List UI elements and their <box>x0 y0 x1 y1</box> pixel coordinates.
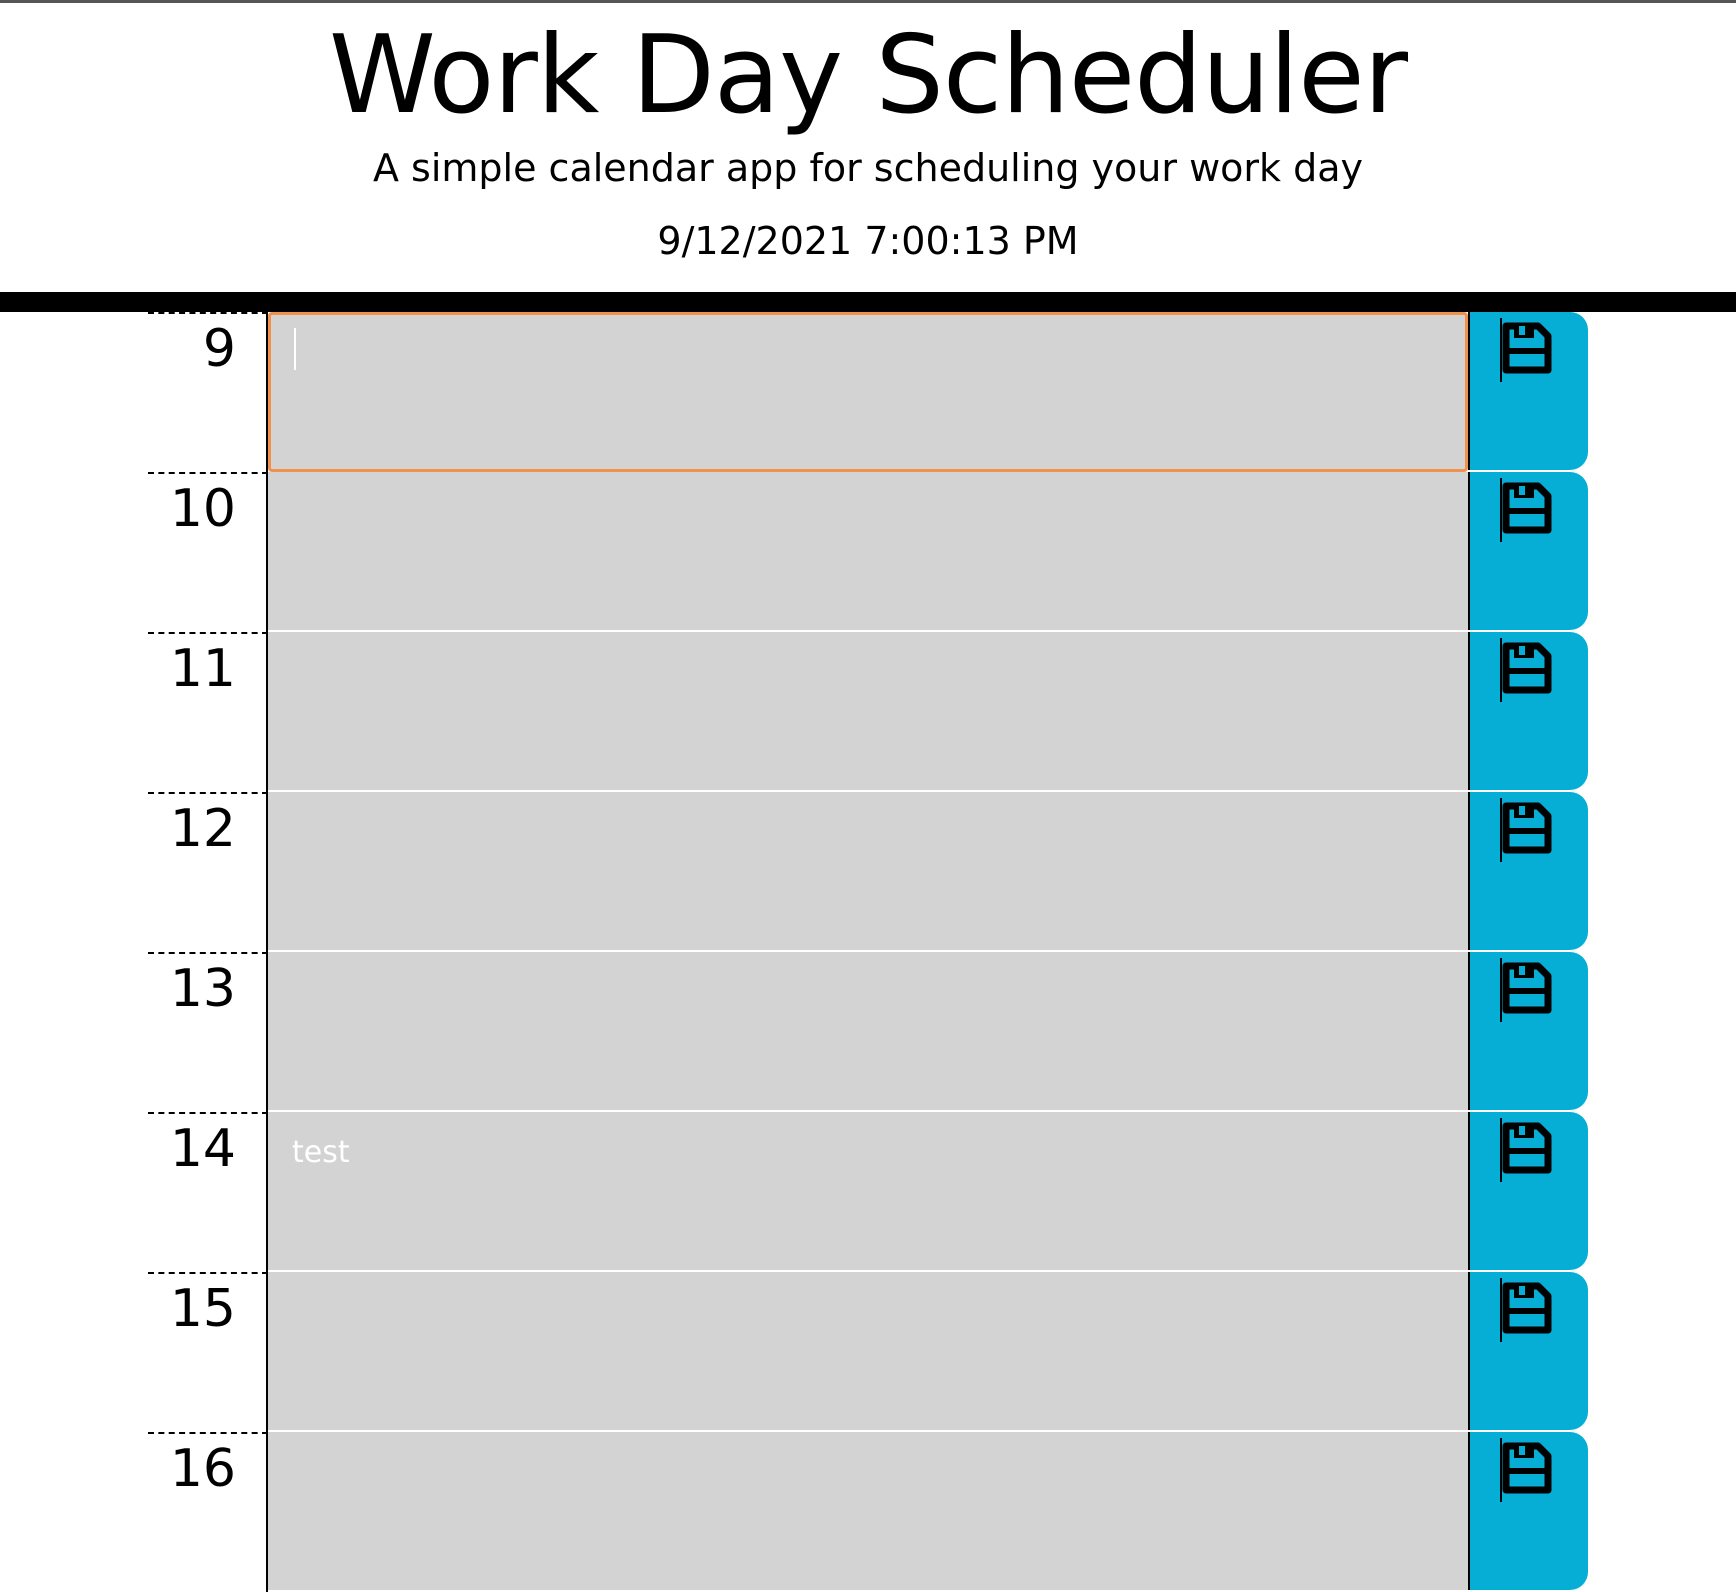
save-button[interactable] <box>1468 312 1588 470</box>
hour-label: 16 <box>148 1432 268 1592</box>
floppy-disk-icon <box>1502 1442 1552 1494</box>
time-block-row-14: 14 test <box>0 1112 1736 1272</box>
time-block-row-11: 11 <box>0 632 1736 792</box>
time-block-row-9: 9 <box>0 312 1736 472</box>
floppy-disk-icon <box>1502 482 1552 534</box>
time-block-row-16: 16 <box>0 1432 1736 1592</box>
save-button[interactable] <box>1468 792 1588 950</box>
time-block-row-13: 13 <box>0 952 1736 1112</box>
hour-label: 15 <box>148 1272 268 1432</box>
floppy-disk-icon <box>1502 1282 1552 1334</box>
floppy-disk-icon <box>1502 1122 1552 1174</box>
save-button[interactable] <box>1468 1432 1588 1590</box>
time-block-row-15: 15 <box>0 1272 1736 1432</box>
hour-label: 10 <box>148 472 268 632</box>
event-description-input[interactable] <box>268 792 1468 952</box>
event-description-input[interactable] <box>268 472 1468 632</box>
event-description-input[interactable] <box>268 952 1468 1112</box>
page-title: Work Day Scheduler <box>328 13 1408 138</box>
floppy-disk-icon <box>1502 962 1552 1014</box>
time-block-row-10: 10 <box>0 472 1736 632</box>
page-subtitle: A simple calendar app for scheduling you… <box>372 146 1364 190</box>
floppy-disk-icon <box>1502 802 1552 854</box>
save-button[interactable] <box>1468 472 1588 630</box>
text-caret <box>294 328 296 370</box>
save-button[interactable] <box>1468 632 1588 790</box>
event-description-input[interactable] <box>268 632 1468 792</box>
event-description-input[interactable] <box>268 312 1468 472</box>
floppy-disk-icon <box>1502 642 1552 694</box>
save-button[interactable] <box>1468 952 1588 1110</box>
save-button[interactable] <box>1468 1112 1588 1270</box>
hour-label: 11 <box>148 632 268 792</box>
current-date-time: 9/12/2021 7:00:13 PM <box>657 219 1079 263</box>
save-button[interactable] <box>1468 1272 1588 1430</box>
event-description-input[interactable] <box>268 1432 1468 1592</box>
hour-label: 9 <box>148 312 268 472</box>
header-divider <box>0 292 1736 312</box>
page-header: Work Day Scheduler A simple calendar app… <box>0 3 1736 291</box>
floppy-disk-icon <box>1502 322 1552 374</box>
event-description-input[interactable] <box>268 1272 1468 1432</box>
hour-label: 13 <box>148 952 268 1112</box>
hour-label: 12 <box>148 792 268 952</box>
event-description-input[interactable]: test <box>268 1112 1468 1272</box>
hour-label: 14 <box>148 1112 268 1272</box>
time-block-row-12: 12 <box>0 792 1736 952</box>
timeblock-container: 9 10 11 12 13 14 test 15 16 <box>0 312 1736 1592</box>
